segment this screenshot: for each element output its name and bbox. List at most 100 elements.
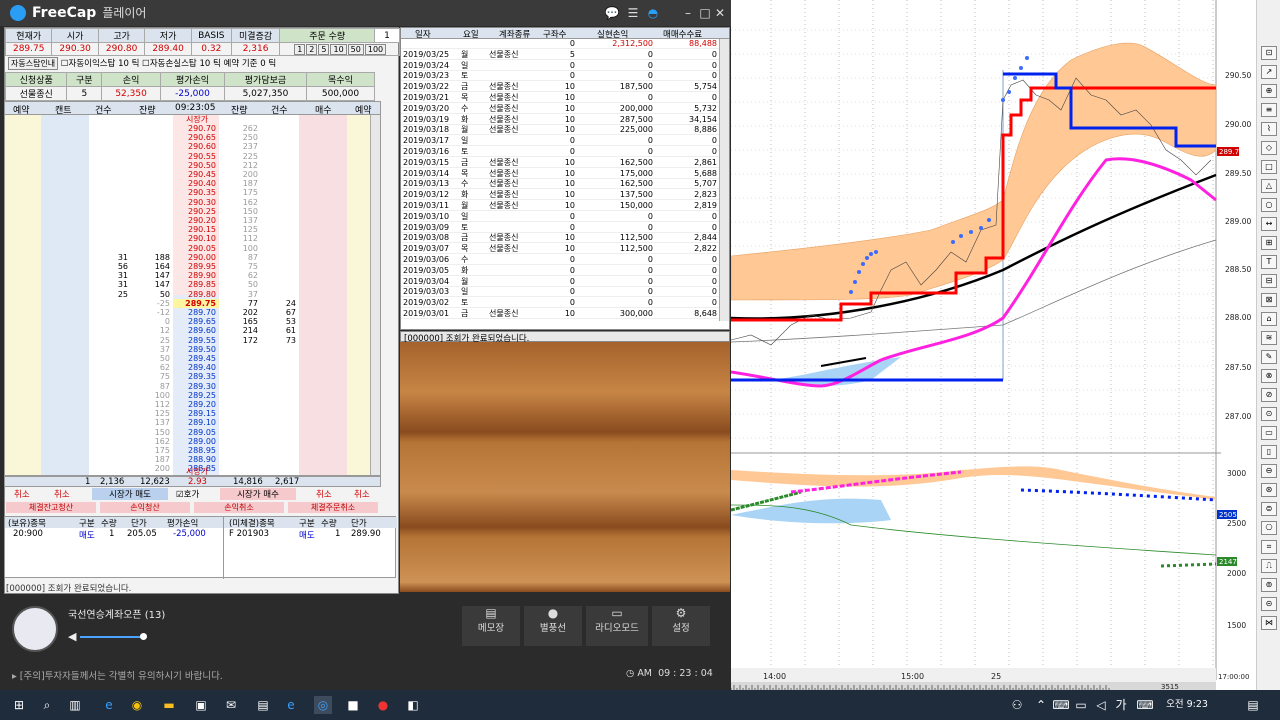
search-icon[interactable]: ⌕ [38, 696, 56, 714]
bid-row[interactable]: 12 289.60 214 61 [5, 326, 380, 335]
maximize-button[interactable]: □ [697, 5, 713, 21]
reserve-ticks[interactable]: 0 [260, 59, 265, 69]
bid-row[interactable]: 50 289.45 [5, 354, 380, 363]
chat-icon[interactable]: 💬 [604, 5, 620, 21]
bid-row[interactable]: 87 289.30 [5, 382, 380, 391]
qty-50-button[interactable]: 50 [347, 43, 364, 55]
speaker-icon[interactable]: ◁ [1092, 696, 1110, 714]
auto-loss-checkbox[interactable]: 자동손실스탑 [150, 59, 197, 69]
ask-row[interactable]: 31 147 289.85 50 [5, 280, 380, 289]
keyboard-icon[interactable]: ⌨ [1136, 696, 1154, 714]
balloon-button[interactable]: ● 별풍선 [524, 606, 582, 646]
trade-row[interactable]: 2019/03/10 일 0 0 0 [401, 212, 729, 222]
qty-2-button[interactable]: 2 [306, 43, 318, 55]
ask-row[interactable]: 290.55 225 [5, 152, 380, 161]
bid-row[interactable]: 37 289.50 [5, 345, 380, 354]
chart-tool-icon[interactable]: T [1261, 255, 1277, 269]
chart-tool-icon[interactable]: ⊠ [1261, 293, 1277, 307]
trade-row[interactable]: 0 2,312,500 88,488 [401, 39, 729, 49]
price-chart[interactable]: 289.75 290.50 290.00 289.50 289.00 288.50 288.… [730, 0, 1256, 691]
volume-icon[interactable]: ◀ [68, 630, 76, 643]
trade-row[interactable]: 2019/03/25 월 선물종신 5 0 0 [401, 50, 729, 60]
chart-tool-icon[interactable]: ⊙ [1261, 407, 1277, 421]
chart-tool-icon[interactable]: ▯ [1261, 445, 1277, 459]
ie-icon[interactable]: e [282, 696, 300, 714]
trade-row[interactable]: 2019/03/20 수 선물종신 10 200,000 5,732 [401, 104, 729, 114]
task-view-icon[interactable]: ▥ [66, 696, 84, 714]
market-buy-button[interactable]: 시장가 매수 [220, 488, 296, 500]
cancel-buy-2[interactable]: 취소 [354, 488, 370, 500]
trade-row[interactable]: 2019/03/03 일 0 0 0 [401, 287, 729, 298]
chart-tool-icon[interactable]: ◇ [1261, 141, 1277, 155]
lang-indicator[interactable]: 가 [1112, 696, 1130, 714]
ask-row[interactable]: 290.60 237 [5, 142, 380, 151]
chart-tool-icon[interactable]: ⎍ [1261, 559, 1277, 573]
folder-icon[interactable]: ▬ [160, 696, 178, 714]
chart-tool-icon[interactable]: ⊛ [1261, 483, 1277, 497]
chart-tool-icon[interactable]: ↔ [1261, 217, 1277, 231]
volume-knob[interactable] [140, 633, 147, 640]
trade-row[interactable]: 2019/03/05 화 0 0 0 [401, 266, 729, 276]
trade-row[interactable]: 2019/03/04 월 0 0 0 [401, 277, 729, 287]
trade-row[interactable]: 2019/03/12 화 선물종신 10 137,500 2,823 [401, 190, 729, 201]
trading-app-icon[interactable]: ◧ [404, 696, 422, 714]
chart-tool-icon[interactable]: ⌂ [1261, 312, 1277, 326]
chart-tool-icon[interactable]: ≋ [1261, 331, 1277, 345]
bid-row[interactable]: 100 289.25 [5, 391, 380, 400]
auto-profit-ticks[interactable]: 10 [118, 59, 129, 69]
trade-row[interactable]: 2019/03/08 금 선물종신 10 112,500 2,844 [401, 233, 729, 244]
chart-tool-icon[interactable]: ↗ [1261, 65, 1277, 79]
ask-row[interactable]: 31 147 289.90 62 [5, 271, 380, 280]
auto-loss-ticks[interactable]: 10 [199, 59, 210, 69]
chart-tool-icon[interactable]: ⊖ [1261, 464, 1277, 478]
store-icon[interactable]: ▣ [192, 696, 210, 714]
minimize-button[interactable]: – [680, 5, 696, 21]
ask-row[interactable]: 290.15 125 [5, 225, 380, 234]
trade-row[interactable]: 2019/03/07 목 선물종신 10 112,500 2,822 [401, 244, 729, 255]
cancel-order-button[interactable]: 체결주문취소 [288, 502, 378, 513]
auto-stop-button[interactable]: 자동스탑인내 [8, 57, 59, 70]
volume-slider[interactable] [80, 636, 144, 638]
trade-row[interactable]: 2019/03/11 월 선물종신 10 150,000 2,819 [401, 201, 729, 211]
person-icon[interactable]: ⚇ [1008, 696, 1026, 714]
chart-tool-icon[interactable]: ⊜ [1261, 502, 1277, 516]
freecap-task-icon[interactable]: ◎ [314, 696, 332, 714]
trade-row[interactable]: 2019/03/17 일 0 0 0 [401, 136, 729, 147]
market-sell-button[interactable]: 시장가 매도 [92, 488, 168, 500]
trade-row[interactable]: 2019/03/23 토 0 0 0 [401, 71, 729, 82]
chart-tool-icon[interactable]: ⊚ [1261, 578, 1277, 592]
chart-tool-icon[interactable]: ⊕ [1261, 84, 1277, 98]
ob-market-top[interactable]: 시장가 [5, 115, 380, 124]
chart-tool-icon[interactable]: ⋈ [1261, 616, 1277, 630]
radio-mode-button[interactable]: ▭ 라디오모드 [586, 606, 648, 646]
bid-row[interactable]: 150 289.05 [5, 428, 380, 437]
ask-row[interactable]: 290.35 175 [5, 188, 380, 197]
trade-row[interactable]: 2019/03/15 금 선물종신 10 162,500 2,861 [401, 158, 729, 168]
chrome-icon[interactable]: ◉ [128, 696, 146, 714]
hoga-checkbox[interactable]: ☑호가 [176, 488, 199, 500]
notification-icon[interactable]: ▤ [1244, 696, 1262, 714]
trade-scrollbar[interactable] [719, 39, 729, 321]
trade-row[interactable]: 2019/03/09 토 0 0 0 [401, 223, 729, 233]
ob-scrollbar[interactable] [370, 115, 380, 475]
bid-row[interactable]: 125 289.15 [5, 409, 380, 418]
chart-tool-icon[interactable]: ○ [1261, 198, 1277, 212]
bid-row[interactable]: 175 288.95 [5, 446, 380, 455]
record-icon[interactable]: ● [374, 696, 392, 714]
bid-row[interactable]: 137 289.10 [5, 418, 380, 427]
cancel-pl-button[interactable]: 손익취소 [194, 502, 284, 513]
chart-tool-icon[interactable]: ⌇ [1261, 122, 1277, 136]
ask-row[interactable]: 290.65 250 [5, 133, 380, 142]
bid-row[interactable]: 75 289.35 [5, 372, 380, 381]
headset-icon[interactable]: ◓ [645, 5, 661, 21]
cancel-sell-2[interactable]: 취소 [54, 488, 70, 500]
mail-icon[interactable]: ✉ [222, 696, 240, 714]
qty-100-button[interactable]: 100 [364, 43, 387, 55]
bid-row[interactable]: 162 289.00 [5, 437, 380, 446]
qty-5-button[interactable]: 5 [318, 43, 330, 55]
trade-row[interactable]: 2019/03/01 금 선물종신 10 300,000 8,648 [401, 309, 729, 319]
chart-tool-icon[interactable]: ⎔ [1261, 521, 1277, 535]
ask-row[interactable]: 290.70 262 [5, 124, 380, 133]
memo-button[interactable]: ▤ 메모장 [462, 606, 520, 646]
menu-icon[interactable]: ☰ [625, 5, 641, 21]
